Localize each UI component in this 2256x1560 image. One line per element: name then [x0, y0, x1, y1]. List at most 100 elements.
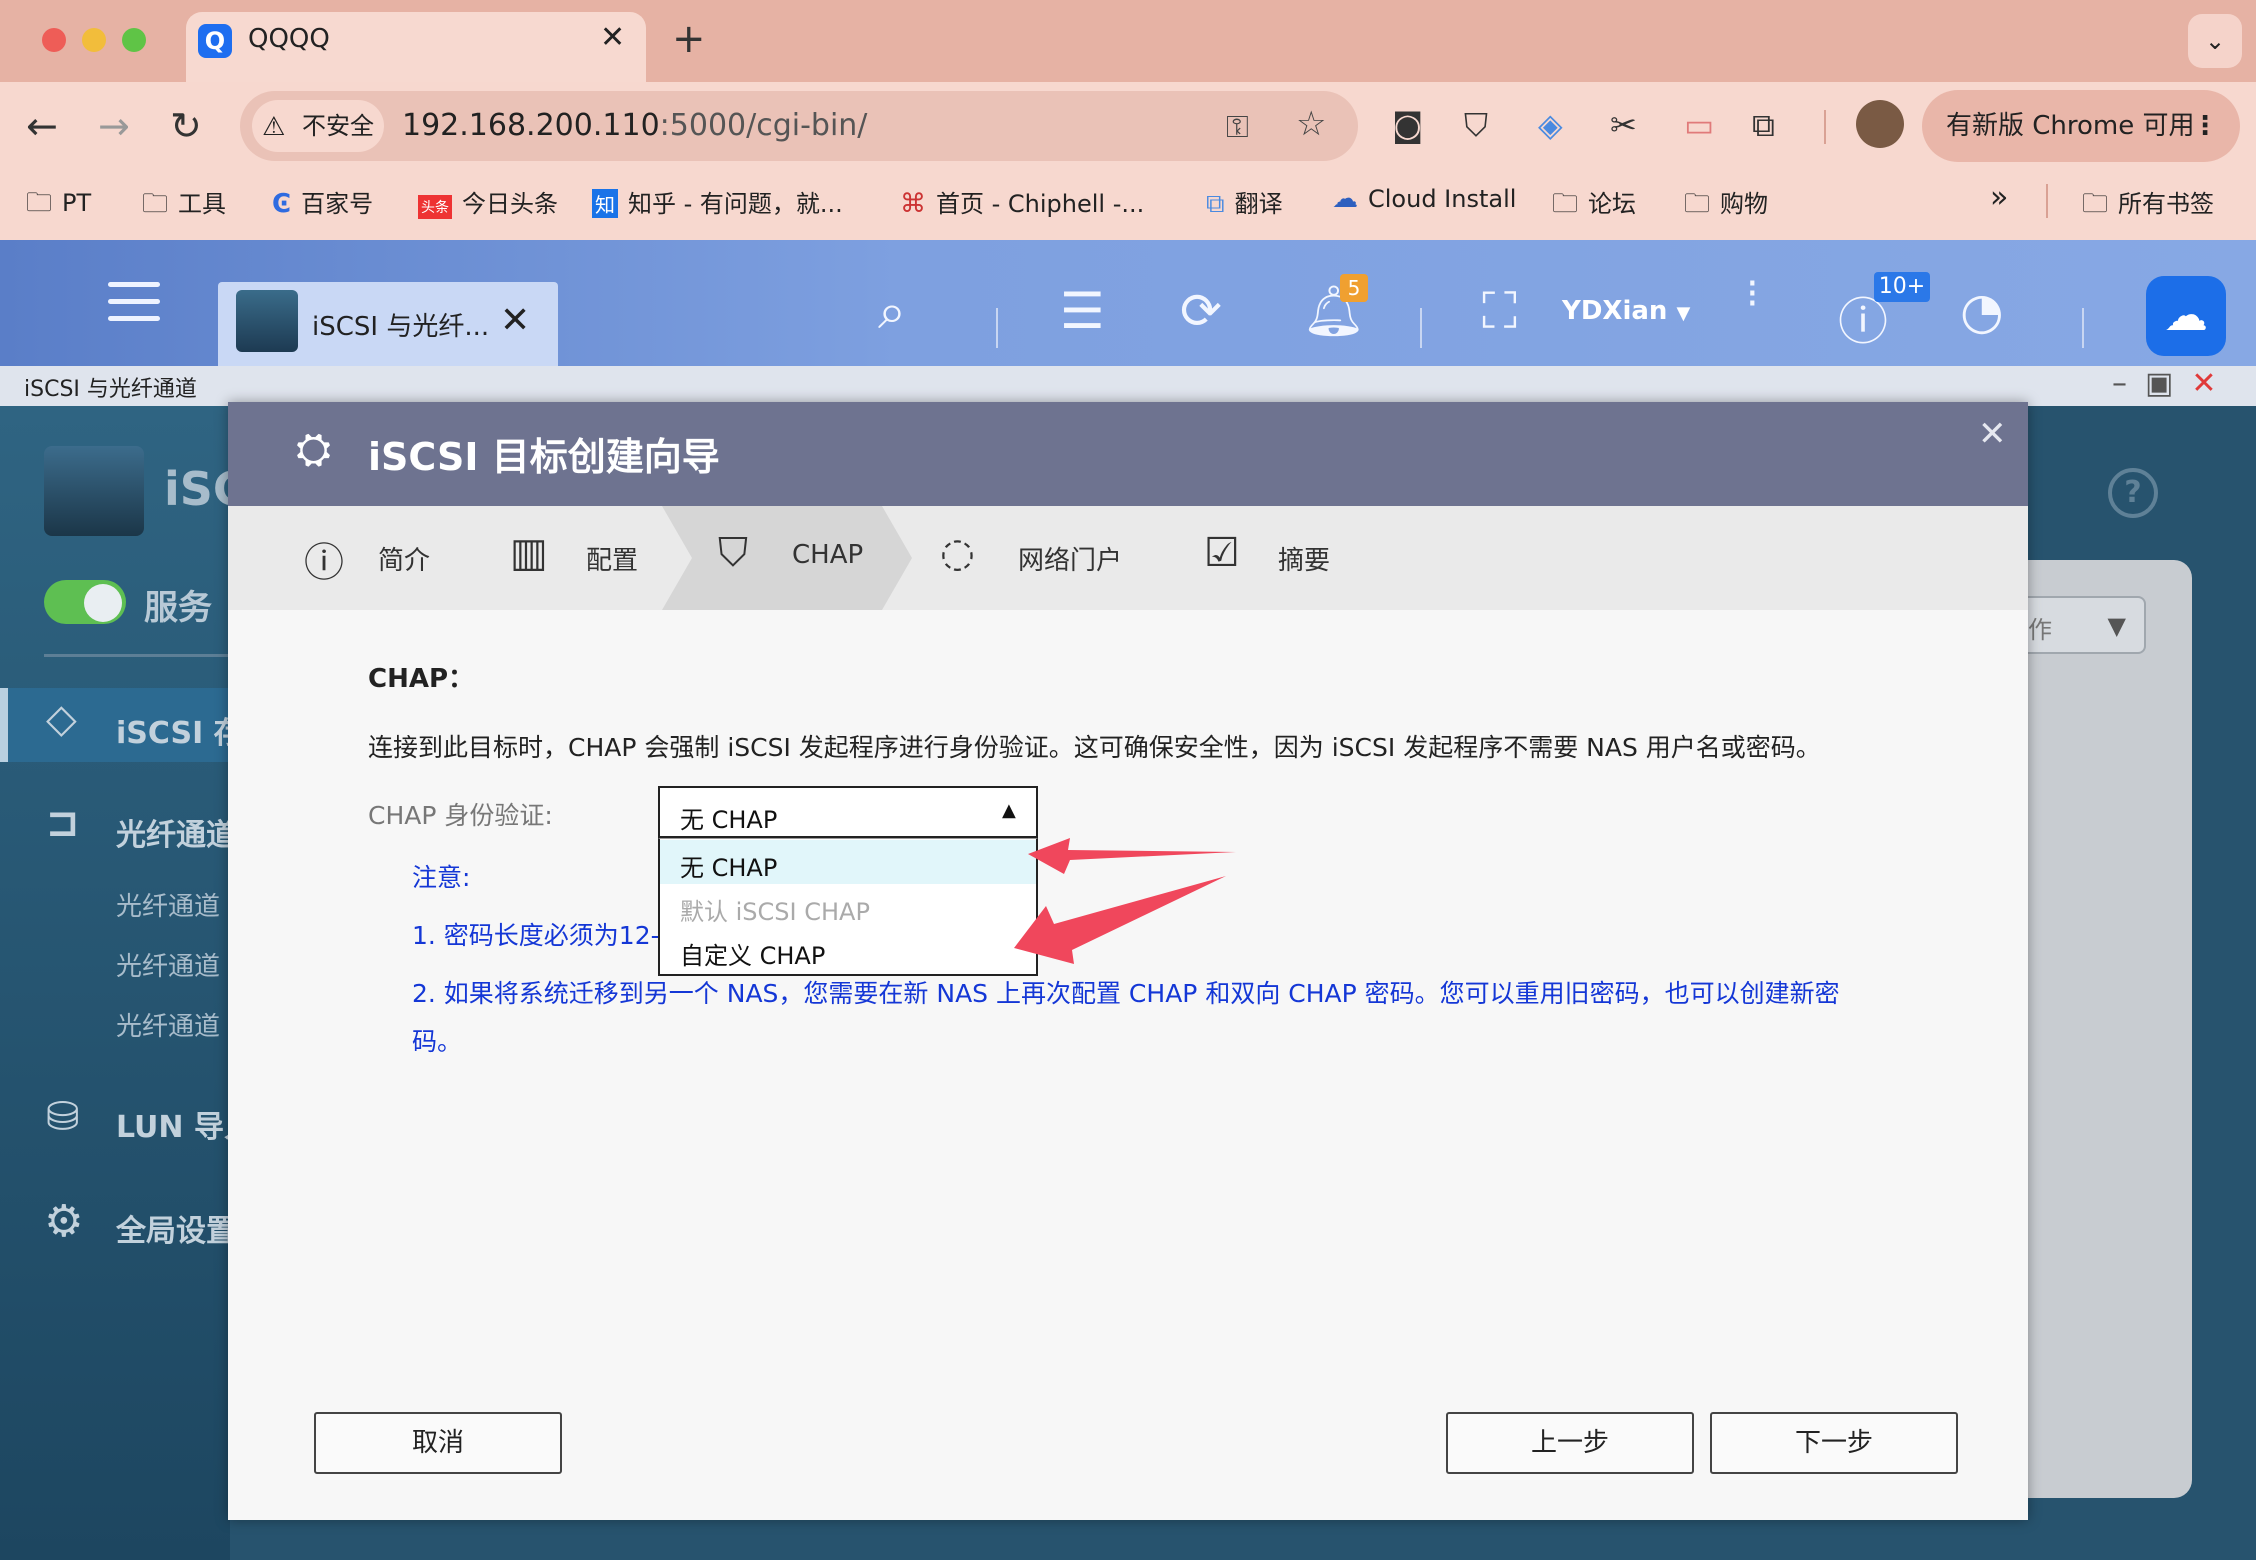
bookmark-shopping[interactable]: 🗀 购物 [1684, 184, 1768, 229]
main-menu-icon[interactable] [108, 282, 160, 334]
toolbar-divider [2082, 308, 2084, 348]
sidebar-item-fc[interactable]: 光纤通道 [116, 810, 236, 854]
cancel-button[interactable]: 取消 [314, 1412, 562, 1474]
sidebar-item-label: iSCSI 存 [116, 716, 244, 751]
folder-icon: 🗀 [1684, 189, 1711, 219]
active-step-highlight [662, 506, 912, 610]
note-2-cont: 码。 [412, 1027, 463, 1056]
app-window-title: iSCSI 与光纤通道 [24, 377, 197, 402]
bookmark-label: 翻译 [1234, 190, 1283, 218]
bookmark-label: 今日头条 [462, 190, 558, 218]
url-text[interactable]: 192.168.200.110:5000/cgi-bin/ [402, 108, 867, 143]
sidebar-subitem-fc[interactable]: 光纤通道 [116, 946, 220, 983]
chevron-down-icon: ▼ [1676, 303, 1691, 324]
action-select[interactable]: 作 ▼ [2028, 596, 2146, 654]
bookmark-translate[interactable]: ⧉ 翻译 [1206, 184, 1283, 220]
toutiao-icon: 头条 [418, 195, 452, 219]
background-tasks-icon[interactable]: ☰ [1060, 282, 1105, 340]
all-bookmarks[interactable]: 🗀 所有书签 [2082, 184, 2214, 229]
more-menu-icon[interactable]: ⋮ [2192, 90, 2218, 162]
bookmark-pt[interactable]: 🗀 PT [26, 184, 91, 228]
bookmarks-divider [2046, 184, 2048, 218]
sidebar-divider [44, 654, 234, 657]
search-icon[interactable]: ⌕ [878, 282, 906, 341]
bookmark-zhihu[interactable]: 知知乎 - 有问题，就... [592, 184, 843, 219]
back-icon[interactable]: ← [26, 104, 58, 148]
bookmark-tools[interactable]: 🗀 工具 [142, 184, 226, 229]
storage-diamond-icon: ◇ [46, 696, 77, 742]
sidebar-subitem-fc[interactable]: 光纤通道 [116, 1006, 220, 1043]
option-default-iscsi-chap[interactable]: 默认 iSCSI CHAP [660, 884, 1036, 928]
zhihu-icon: 知 [592, 189, 618, 218]
warning-icon: ⚠ [262, 112, 286, 142]
minimize-icon[interactable]: – [2112, 366, 2145, 401]
url-host: 192.168.200.110 [402, 108, 660, 143]
sidebar-subitem-fc[interactable]: 光纤通道 [116, 886, 220, 923]
window-close-dot[interactable] [42, 28, 66, 52]
chap-description: 连接到此目标时，CHAP 会强制 iSCSI 发起程序进行身份验证。这可确保安全… [368, 733, 1821, 762]
fiber-channel-icon: ⊐ [46, 800, 80, 846]
myqnapcloud-icon[interactable]: ☁ [2146, 276, 2226, 356]
window-controls: –▣✕ [2112, 366, 2235, 401]
bookmark-forum[interactable]: 🗀 论坛 [1552, 184, 1636, 229]
chap-auth-select[interactable]: 无 CHAP [658, 786, 1038, 838]
bookmark-label: 百家号 [301, 190, 374, 218]
bookmark-cloud-install[interactable]: ☁ Cloud Install [1332, 184, 1516, 214]
resource-monitor-icon[interactable]: ◔ [1960, 282, 2004, 340]
help-icon[interactable]: ? [2108, 468, 2158, 518]
reload-icon[interactable]: ↻ [170, 104, 202, 148]
dialog-close-icon[interactable]: ✕ [1978, 414, 2007, 454]
gear-icon: ⚙ [44, 1196, 84, 1247]
network-icon: ◌ [940, 530, 975, 576]
lun-import-icon: ⛁ [46, 1094, 80, 1140]
folder-icon: 🗀 [1552, 189, 1579, 219]
extension-translate-icon[interactable]: ◈ [1538, 106, 1563, 144]
password-key-icon[interactable]: ⚿ [1226, 110, 1249, 145]
more-bookmarks-icon[interactable]: » [1990, 180, 2008, 215]
service-toggle-knob [84, 584, 122, 622]
url-path: :5000/cgi-bin/ [659, 108, 868, 143]
tab-close-icon[interactable]: ✕ [600, 20, 625, 55]
extension-bitwarden-icon[interactable]: ⛉ [1464, 106, 1488, 145]
new-tab-icon[interactable]: + [672, 16, 706, 62]
bookmark-label: 购物 [1720, 190, 1769, 218]
extensions-puzzle-icon[interactable]: ⧉ [1752, 106, 1775, 145]
note-1: 1. 密码长度必须为12- [412, 921, 660, 950]
maximize-icon[interactable]: ▣ [2145, 366, 2191, 401]
forward-icon[interactable]: → [98, 104, 130, 148]
tab-search-chevron-icon[interactable]: ⌄ [2188, 14, 2242, 68]
bookmark-baijiahao[interactable]: Ͼ 百家号 [272, 184, 373, 219]
bookmark-label: PT [62, 189, 92, 217]
user-menu[interactable]: YDXian ▼ [1562, 296, 1690, 326]
chap-auth-label: CHAP 身份验证: [368, 801, 553, 830]
more-options-icon[interactable]: ⁝ [1746, 274, 1759, 314]
chiphell-icon: ⌘ [900, 189, 926, 219]
toolbar-divider [1420, 308, 1422, 348]
sidebar-item-global-settings[interactable]: 全局设置 [116, 1206, 236, 1250]
option-no-chap[interactable]: 无 CHAP [660, 840, 1036, 884]
sync-icon[interactable]: ⟳ [1180, 282, 1222, 340]
bookmark-label: 首页 - Chiphell -... [936, 190, 1145, 218]
translate-icon: ⧉ [1206, 189, 1225, 219]
bookmark-star-icon[interactable]: ☆ [1296, 104, 1326, 144]
annotation-arrows [1014, 838, 1236, 964]
window-zoom-dot[interactable] [122, 28, 146, 52]
extension-tv-icon[interactable]: ▭ [1684, 106, 1714, 144]
extension-scissors-icon[interactable]: ✂ [1610, 106, 1637, 144]
window-minimize-dot[interactable] [82, 28, 106, 52]
close-window-icon[interactable]: ✕ [2191, 366, 2234, 401]
next-button[interactable]: 下一步 [1710, 1412, 1958, 1474]
extension-tampermonkey-icon[interactable]: ◙ [1392, 106, 1423, 144]
folder-icon: 🗀 [2082, 189, 2109, 219]
tab-title: QQQQ [248, 24, 330, 54]
chrome-update-button[interactable]: 有新版 Chrome 可用 ⋮ [1922, 90, 2240, 162]
iscsi-app-icon [236, 290, 298, 352]
bookmark-chiphell[interactable]: ⌘ 首页 - Chiphell -... [900, 184, 1144, 219]
option-custom-chap[interactable]: 自定义 CHAP [660, 928, 1036, 972]
profile-avatar[interactable] [1856, 100, 1904, 148]
app-tab-close-icon[interactable]: ✕ [500, 300, 530, 341]
user-icon[interactable]: ⛶ [1482, 282, 1517, 341]
previous-button[interactable]: 上一步 [1446, 1412, 1694, 1474]
caret-up-icon: ▲ [1002, 800, 1016, 821]
bookmark-toutiao[interactable]: 头条 今日头条 [418, 184, 558, 219]
